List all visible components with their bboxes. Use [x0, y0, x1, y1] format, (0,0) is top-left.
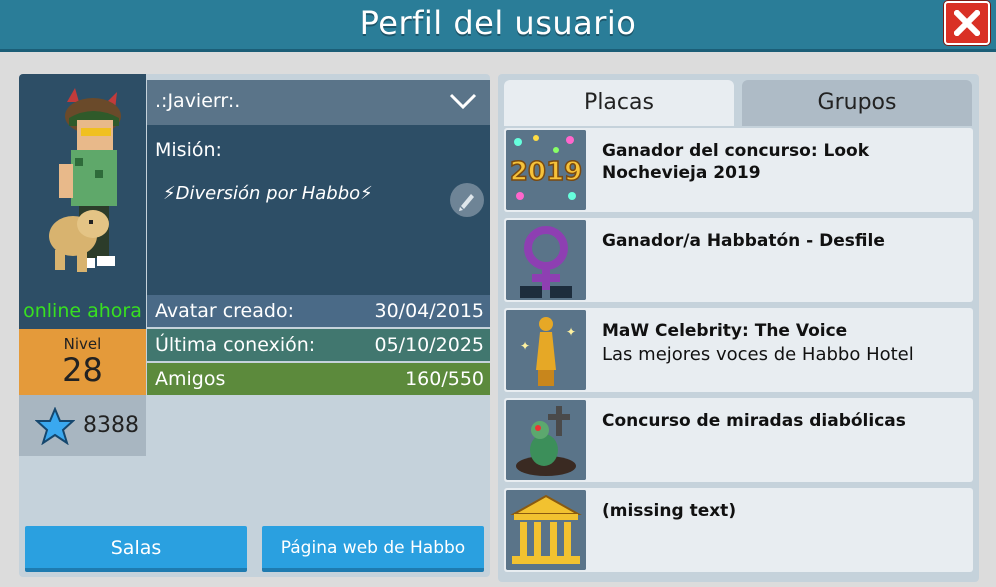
- badge-zombie-icon: [506, 400, 586, 480]
- list-item[interactable]: ✦ ✦ MaW Celebrity: The Voice Las mejores…: [504, 308, 973, 392]
- stat-value: 160/550: [405, 368, 484, 390]
- badge-temple-icon: [506, 490, 586, 570]
- badge-2019-icon: 2019: [506, 130, 586, 210]
- list-item[interactable]: (missing text): [504, 488, 973, 572]
- profile-panel: .:Javierr:. Misión: ⚡Diversión por Habbo…: [19, 74, 490, 577]
- avatar: [19, 74, 146, 294]
- stat-value: 30/04/2015: [374, 300, 484, 322]
- stat-label: Avatar creado:: [155, 300, 294, 322]
- close-button[interactable]: [944, 1, 990, 45]
- svg-text:2019: 2019: [510, 157, 582, 187]
- stat-label: Última conexión:: [155, 334, 316, 356]
- badges-panel: Placas Grupos 2019 Ganador del concurso:…: [498, 74, 979, 582]
- badge-title: (missing text): [602, 501, 737, 521]
- tab-badges[interactable]: Placas: [504, 80, 734, 126]
- stat-avatar-created: Avatar creado: 30/04/2015: [147, 295, 490, 327]
- badge-title: Concurso de miradas diabólicas: [602, 411, 906, 431]
- points-value: 8388: [83, 413, 139, 438]
- stat-label: Amigos: [155, 368, 226, 390]
- badge-title: Ganador del concurso: Look Nochevieja 20…: [602, 141, 870, 183]
- svg-text:✦: ✦: [520, 339, 530, 353]
- motto-box: Misión: ⚡Diversión por Habbo⚡: [147, 125, 490, 295]
- star-icon: [34, 406, 76, 449]
- title-bar: Perfil del usuario: [0, 0, 996, 52]
- badge-title: MaW Celebrity: The Voice: [602, 321, 848, 341]
- stat-value: 05/10/2025: [374, 334, 484, 356]
- level-box: Nivel 28: [19, 329, 146, 395]
- mission-label: Misión:: [155, 139, 222, 161]
- rooms-button[interactable]: Salas: [25, 526, 247, 572]
- window-title: Perfil del usuario: [359, 4, 637, 42]
- list-item[interactable]: Concurso de miradas diabólicas: [504, 398, 973, 482]
- pencil-icon: [459, 194, 474, 211]
- stat-friends[interactable]: Amigos 160/550: [147, 363, 490, 395]
- habbo-web-button[interactable]: Página web de Habbo: [262, 526, 484, 572]
- motto: ⚡Diversión por Habbo⚡: [163, 183, 373, 204]
- edit-motto-button[interactable]: [450, 183, 484, 217]
- motto-text: Diversión por Habbo: [175, 183, 361, 204]
- badge-venus-icon: [506, 220, 586, 300]
- badge-statue-icon: ✦ ✦: [506, 310, 586, 390]
- level-value: 28: [62, 351, 103, 389]
- close-icon: [954, 10, 980, 36]
- username-header[interactable]: .:Javierr:.: [147, 80, 490, 125]
- avatar-figure-icon: [49, 88, 121, 272]
- tab-groups[interactable]: Grupos: [742, 80, 972, 126]
- online-status: online ahora: [19, 294, 146, 329]
- chevron-down-icon[interactable]: [448, 92, 478, 114]
- svg-text:✦: ✦: [566, 325, 576, 339]
- lightning-icon: ⚡: [360, 183, 373, 204]
- lightning-icon: ⚡: [163, 183, 176, 204]
- badge-description: Las mejores voces de Habbo Hotel: [602, 344, 914, 365]
- badge-title: Ganador/a Habbatón - Desfile: [602, 231, 885, 251]
- achievement-points: 8388: [19, 395, 146, 456]
- list-item[interactable]: 2019 Ganador del concurso: Look Nochevie…: [504, 128, 973, 212]
- stat-last-connection: Última conexión: 05/10/2025: [147, 329, 490, 361]
- username: .:Javierr:.: [155, 90, 241, 112]
- list-item[interactable]: Ganador/a Habbatón - Desfile: [504, 218, 973, 302]
